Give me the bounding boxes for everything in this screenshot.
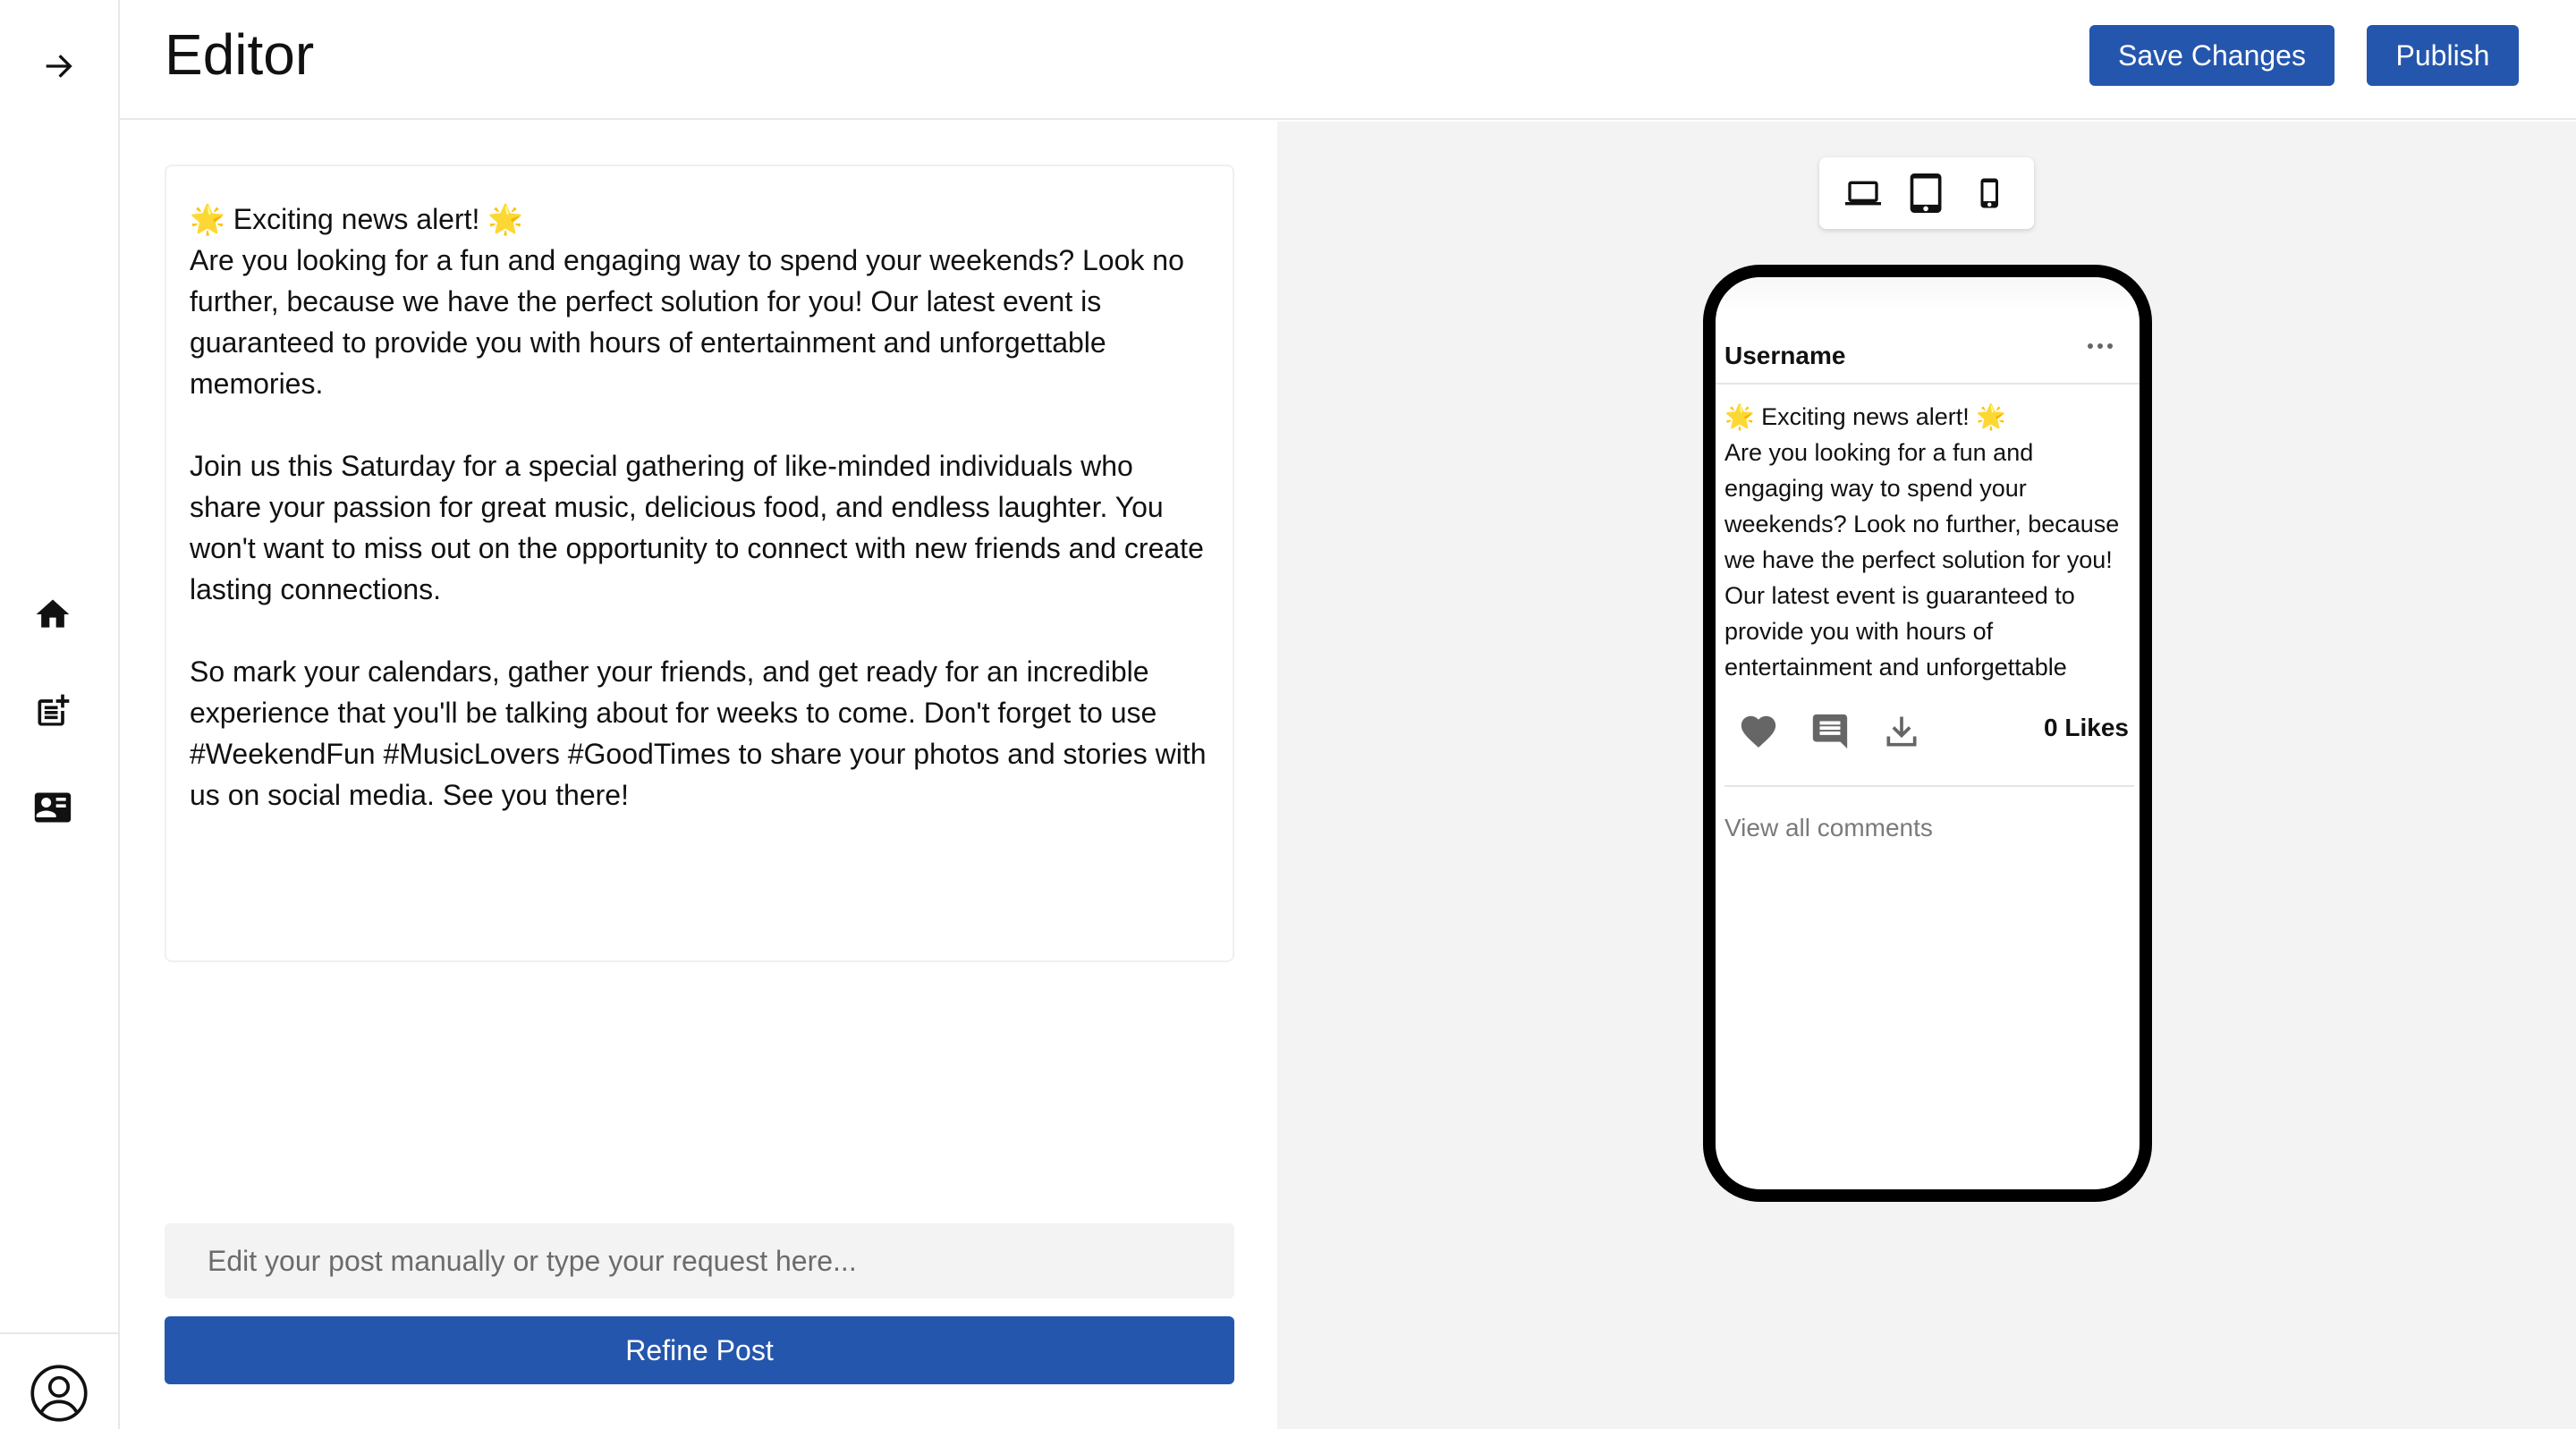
home-icon bbox=[36, 599, 70, 628]
device-toggle bbox=[1819, 157, 2034, 229]
preview-actions-divider bbox=[1724, 785, 2134, 787]
laptop-icon bbox=[1845, 181, 1882, 206]
device-laptop-button[interactable] bbox=[1836, 166, 1890, 220]
page-title: Editor bbox=[165, 22, 315, 87]
publish-button[interactable]: Publish bbox=[2367, 25, 2519, 86]
save-changes-button[interactable]: Save Changes bbox=[2089, 25, 2334, 86]
preview-header-divider bbox=[1716, 383, 2140, 385]
more-horizontal-icon bbox=[2088, 343, 2113, 349]
comment-button[interactable] bbox=[1807, 708, 1853, 755]
phone-preview: Username 🌟 Exciting news alert! 🌟 Are yo… bbox=[1703, 265, 2152, 1202]
preview-username: Username bbox=[1724, 342, 1846, 369]
post-content[interactable]: 🌟 Exciting news alert! 🌟 Are you looking… bbox=[165, 165, 1234, 962]
device-phone-button[interactable] bbox=[1963, 166, 2017, 220]
arrow-right-icon bbox=[46, 55, 72, 78]
sidebar-item-home[interactable] bbox=[29, 590, 77, 638]
refine-post-button[interactable]: Refine Post bbox=[165, 1316, 1234, 1384]
contact-card-icon bbox=[34, 792, 72, 823]
likes-count: 0 Likes bbox=[2044, 714, 2129, 741]
edit-request-input[interactable] bbox=[165, 1223, 1234, 1298]
more-options-button[interactable] bbox=[2086, 340, 2114, 356]
heart-icon bbox=[1741, 715, 1776, 748]
account-circle-icon bbox=[30, 1365, 88, 1422]
sidebar-item-posts[interactable] bbox=[29, 687, 77, 735]
header: Editor Save Changes Publish bbox=[120, 0, 2576, 120]
download-icon bbox=[1886, 716, 1917, 747]
download-button[interactable] bbox=[1878, 708, 1925, 755]
expand-sidebar-button[interactable] bbox=[33, 41, 83, 91]
post-add-icon bbox=[38, 694, 70, 726]
sidebar-item-contacts[interactable] bbox=[27, 783, 79, 832]
account-button[interactable] bbox=[27, 1361, 91, 1425]
like-button[interactable] bbox=[1735, 708, 1782, 755]
tablet-icon bbox=[1910, 173, 1942, 213]
comment-icon bbox=[1812, 714, 1848, 749]
editor-panel: 🌟 Exciting news alert! 🌟 Are you looking… bbox=[120, 122, 1277, 1429]
preview-post-text: 🌟 Exciting news alert! 🌟 Are you looking… bbox=[1724, 403, 2120, 690]
device-tablet-button[interactable] bbox=[1900, 166, 1953, 220]
view-all-comments-link[interactable]: View all comments bbox=[1724, 814, 1933, 842]
phone-status-area bbox=[1716, 277, 2140, 313]
sidebar-divider bbox=[0, 1332, 120, 1334]
preview-panel: Username 🌟 Exciting news alert! 🌟 Are yo… bbox=[1277, 122, 2576, 1429]
phone-icon bbox=[1980, 178, 1998, 208]
sidebar bbox=[0, 0, 120, 1429]
